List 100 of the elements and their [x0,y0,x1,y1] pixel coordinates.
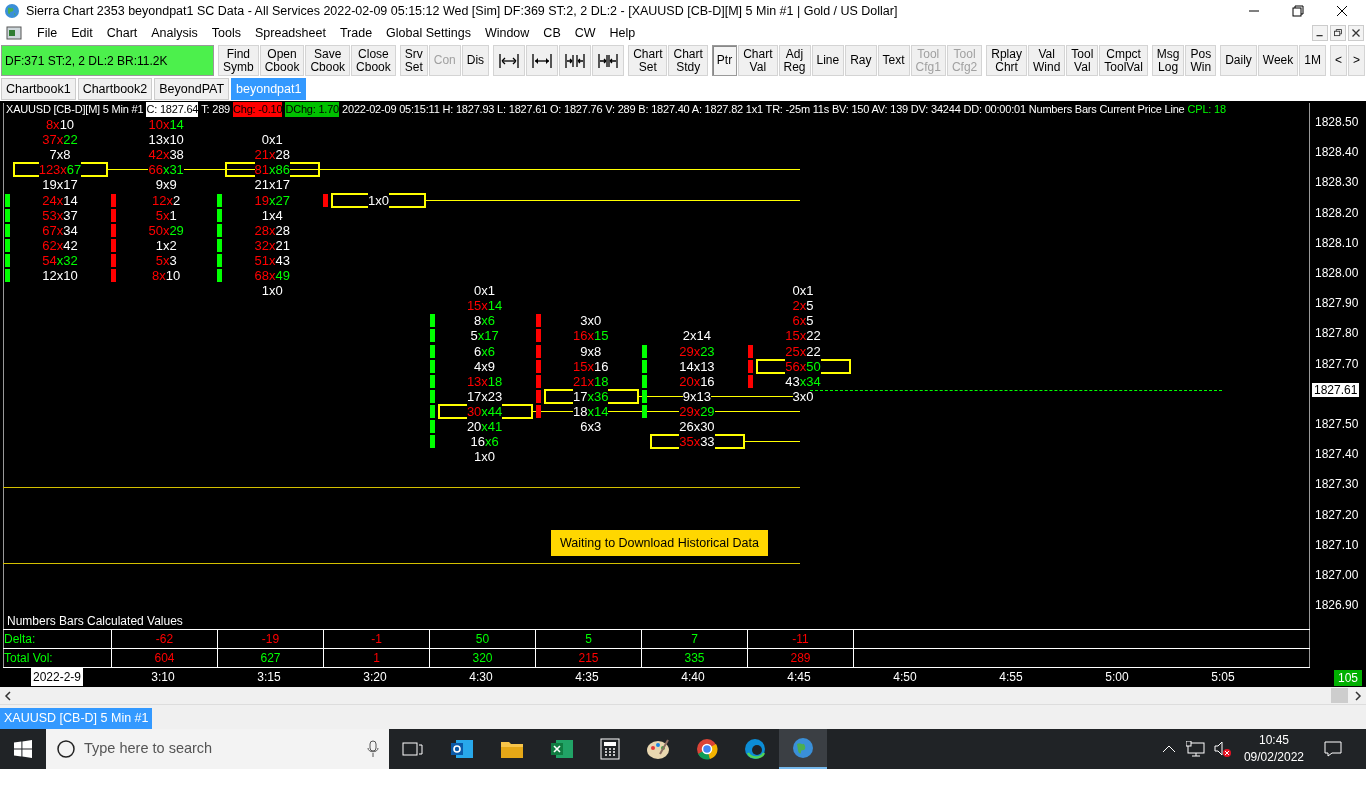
volume-cell: 1x0 [367,192,389,208]
toolbar-button[interactable]: Val Wind [1027,45,1066,76]
volume-cell: 81x86 [254,162,290,178]
toolbar-button[interactable]: Tool Val [1066,45,1099,76]
chartbook-tab[interactable]: BeyondPAT [154,78,230,100]
price-label: 1827.80 [1315,326,1359,341]
toolbar-button[interactable]: Ptr [711,45,738,76]
toolbar-button[interactable]: < [1329,45,1347,76]
price-label: 1827.70 [1315,356,1359,371]
search-field[interactable]: Type here to search [46,729,389,769]
menu-item[interactable]: Window [477,23,537,43]
value-cell-text: 7 [691,631,698,648]
restore-icon[interactable] [1292,5,1304,17]
folder-icon[interactable] [500,739,524,759]
scroll-left-icon[interactable] [4,690,12,701]
taskbar-app-button[interactable] [779,729,827,769]
spacing-tool-button[interactable] [493,45,526,76]
price-label: 1828.50 [1315,115,1359,129]
calculator-icon[interactable] [600,738,620,760]
network-icon[interactable] [1185,741,1206,757]
menu-item[interactable]: Global Settings [379,23,478,43]
notification-icon[interactable] [1324,741,1342,757]
menu-item[interactable]: Chart [99,23,145,43]
menu-item[interactable]: File [30,23,65,43]
toolbar-button[interactable]: Chart Stdy [668,45,708,76]
menu-item[interactable]: Analysis [144,23,205,43]
time-label: 4:40 [681,669,705,686]
volume-cell: 35x33 [679,434,715,450]
time-label: 4:30 [469,669,493,686]
value-cell-text: 5 [585,631,592,648]
menu-item[interactable]: Trade [332,23,380,43]
chart-header-field: T: 289 [201,101,230,117]
values-title: Numbers Bars Calculated Values [6,613,184,629]
time-label: 5:05 [1211,669,1235,686]
toolbar-button[interactable]: Chart Set [628,45,668,76]
spacing-tool-button[interactable] [559,45,592,76]
toolbar-button[interactable]: Rplay Chrt [986,45,1027,76]
spreadsheet-app-icon[interactable] [550,738,574,760]
clock[interactable]: 10:45 09/02/2022 [1243,732,1304,766]
time-label: 5:00 [1105,669,1129,686]
window-title: Sierra Chart 2353 beyondpat1 SC Data - All Services 2022-02-09 05:15:12 Wed [Sim] DF:369 ST:2, 2 DL:2 - [XAUUSD [CB-D][M] 5 Min #1 | Gold / US Dollar] [26,2,898,20]
time-label: 4:35 [575,669,599,686]
scroll-thumb[interactable] [1331,688,1348,703]
toolbar-button[interactable]: Dis [461,45,490,76]
toolbar-button[interactable]: Daily [1220,45,1257,76]
value-cell-text: -19 [261,631,280,648]
value-cell-text: 50 [475,631,490,648]
menu-item[interactable]: Spreadsheet [248,23,333,43]
menu-item[interactable]: Help [602,23,643,43]
toolbar-button[interactable]: Adj Reg [778,45,811,76]
toolbar-button[interactable]: Msg Log [1151,45,1185,76]
mdi-restore-icon[interactable] [1330,25,1346,41]
scroll-right-icon[interactable] [1354,690,1362,701]
mdi-close-icon[interactable] [1348,25,1364,41]
chartbook-tab[interactable]: Chartbook2 [77,78,153,100]
menu-item[interactable]: CB [536,23,568,43]
menu-item[interactable]: CW [567,23,603,43]
value-cell-text: 1 [373,650,380,667]
document-icon[interactable] [6,26,22,40]
browser-icon[interactable] [696,738,718,760]
bar-spacing-icon [597,51,620,70]
chevron-up-icon[interactable] [1161,744,1176,754]
toolbar-button[interactable]: Pos Win [1185,45,1217,76]
palette-icon[interactable] [646,738,670,760]
muted-speaker-icon[interactable] [1213,740,1232,758]
toolbar-button[interactable]: Ray [845,45,877,76]
microphone-icon[interactable] [367,740,379,758]
value-cell-text: 320 [472,650,493,667]
menu-item[interactable]: Tools [204,23,248,43]
spacing-tool-button[interactable] [592,45,625,76]
chartbook-tab[interactable]: Chartbook1 [1,78,76,100]
toolbar-button[interactable]: Open Cbook [259,45,305,76]
toolbar-button[interactable]: Srv Set [399,45,428,76]
close-icon[interactable] [1336,5,1348,17]
toolbar-button[interactable]: Week [1257,45,1299,76]
globe-icon [4,3,20,19]
toolbar-button[interactable]: Chart Val [738,45,778,76]
time-label: 4:45 [787,669,811,686]
start-icon[interactable] [14,740,32,758]
bar-spacing-icon [531,51,554,70]
toolbar-button[interactable]: Close Cbook [351,45,396,76]
toolbar-button[interactable]: Line [811,45,845,76]
bar-count-label: 105 [1334,670,1363,686]
toolbar-button[interactable]: Find Symb [218,45,259,76]
price-label: 1827.00 [1315,568,1359,582]
toolbar-button[interactable]: Save Cbook [305,45,351,76]
time-label: 4:50 [893,669,917,686]
toolbar-button[interactable]: Cmpct ToolVal [1099,45,1148,76]
toolbar-button[interactable]: > [1348,45,1365,76]
toolbar-button[interactable]: Text [877,45,910,76]
menu-item[interactable]: Edit [64,23,100,43]
volume-cell: 26x30 [679,419,715,434]
spacing-tool-button[interactable] [526,45,559,76]
mdi-minimize-icon[interactable] [1312,25,1328,41]
task-view-icon[interactable] [402,740,424,758]
horizontal-scrollbar[interactable] [0,687,1366,705]
chart-header-field: CPL: 18 [1187,101,1226,117]
mail-app-icon[interactable] [450,738,474,760]
toolbar-button[interactable]: 1M [1299,45,1326,76]
price-label: 1828.20 [1315,205,1359,220]
